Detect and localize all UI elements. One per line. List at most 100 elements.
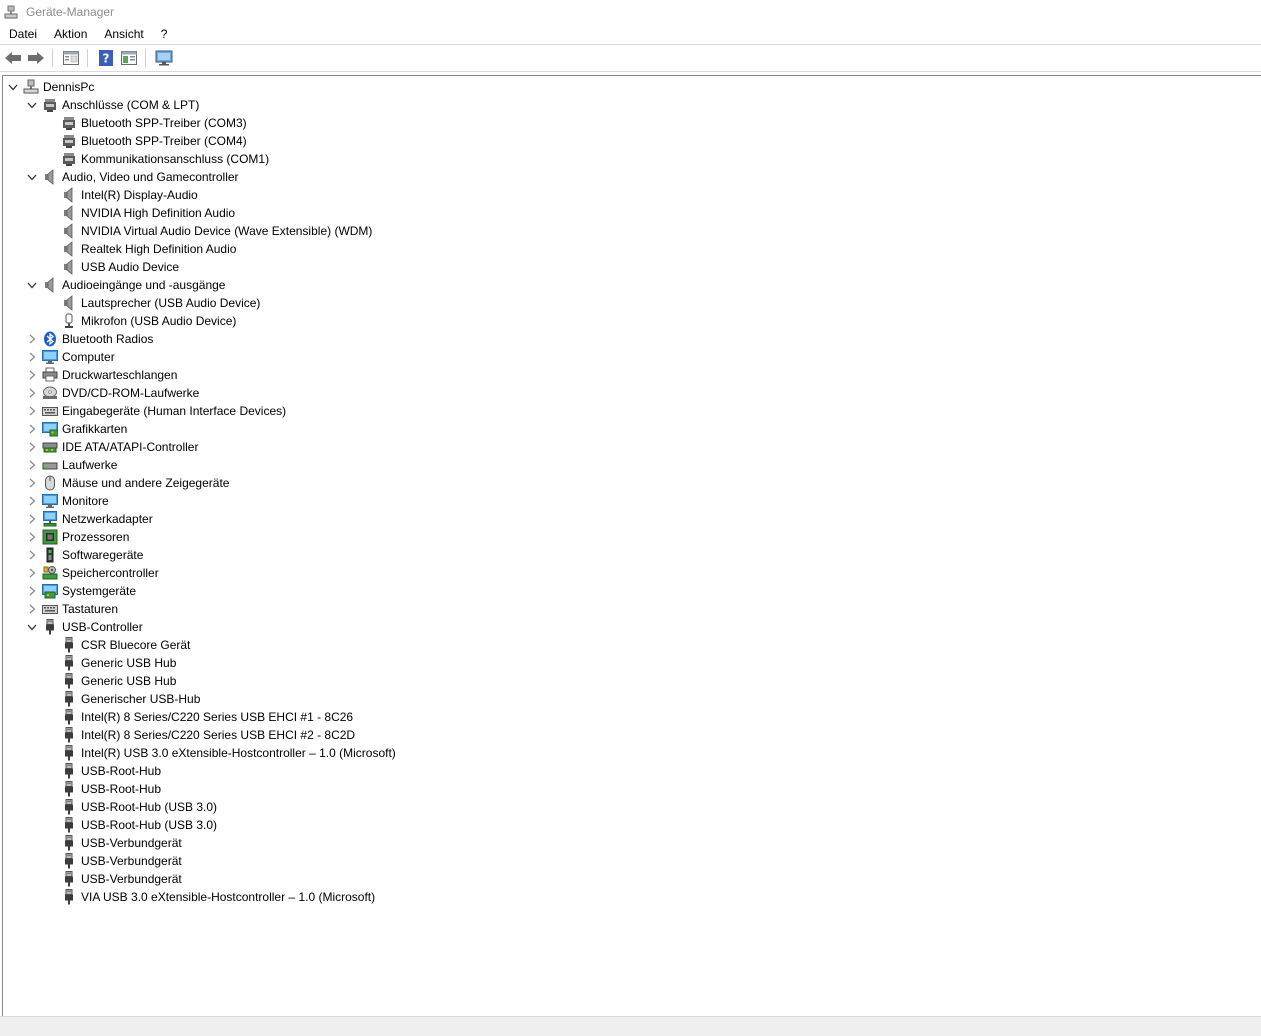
bluetooth-icon xyxy=(42,331,58,347)
tree-category[interactable]: Speichercontroller xyxy=(26,564,160,582)
collapse-toggle[interactable] xyxy=(26,618,38,636)
tree-device[interactable]: Bluetooth SPP-Treiber (COM3) xyxy=(45,114,248,132)
collapse-toggle[interactable] xyxy=(26,276,38,294)
tree-device[interactable]: USB Audio Device xyxy=(45,258,180,276)
expand-toggle[interactable] xyxy=(26,420,38,438)
tree-item-label: NVIDIA Virtual Audio Device (Wave Extens… xyxy=(81,224,373,238)
expand-toggle[interactable] xyxy=(26,456,38,474)
tree-device[interactable]: Bluetooth SPP-Treiber (COM4) xyxy=(45,132,248,150)
tree-category[interactable]: Druckwarteschlangen xyxy=(26,366,178,384)
forward-button[interactable] xyxy=(26,48,46,68)
expand-toggle[interactable] xyxy=(26,546,38,564)
tree-category[interactable]: Systemgeräte xyxy=(26,582,137,600)
usb-icon xyxy=(61,889,77,905)
tree-category[interactable]: Anschlüsse (COM & LPT) xyxy=(26,96,200,114)
tree-item-label: VIA USB 3.0 eXtensible-Hostcontroller – … xyxy=(81,890,376,904)
expand-toggle[interactable] xyxy=(26,510,38,528)
help-button[interactable]: ? xyxy=(96,48,116,68)
tree-device[interactable]: USB-Verbundgerät xyxy=(45,870,183,888)
disk-drive-icon xyxy=(42,457,58,473)
tree-category[interactable]: Audioeingänge und -ausgänge xyxy=(26,276,226,294)
expand-toggle[interactable] xyxy=(26,492,38,510)
tree-device[interactable]: USB-Root-Hub xyxy=(45,762,162,780)
expand-toggle[interactable] xyxy=(26,384,38,402)
tree-device[interactable]: CSR Bluecore Gerät xyxy=(45,636,191,654)
tree-device[interactable]: Intel(R) Display-Audio xyxy=(45,186,199,204)
back-button[interactable] xyxy=(3,48,23,68)
usb-icon xyxy=(61,673,77,689)
window-title: Geräte-Manager xyxy=(26,5,115,19)
tree-category[interactable]: Tastaturen xyxy=(26,600,119,618)
collapse-toggle[interactable] xyxy=(26,96,38,114)
tree-category[interactable]: Mäuse und andere Zeigegeräte xyxy=(26,474,230,492)
menu-ansicht[interactable]: Ansicht xyxy=(97,24,150,44)
tree-category[interactable]: Prozessoren xyxy=(26,528,130,546)
tree-category[interactable]: Laufwerke xyxy=(26,456,118,474)
tree-device[interactable]: NVIDIA Virtual Audio Device (Wave Extens… xyxy=(45,222,373,240)
software-device-icon xyxy=(42,547,58,563)
tree-device[interactable]: Generic USB Hub xyxy=(45,672,177,690)
tree-device[interactable]: USB-Root-Hub xyxy=(45,780,162,798)
menu-aktion[interactable]: Aktion xyxy=(47,24,94,44)
tree-device[interactable]: Realtek High Definition Audio xyxy=(45,240,237,258)
tree-device[interactable]: USB-Root-Hub (USB 3.0) xyxy=(45,816,218,834)
tree-category[interactable]: Netzwerkadapter xyxy=(26,510,154,528)
expand-toggle[interactable] xyxy=(26,528,38,546)
expand-toggle[interactable] xyxy=(26,564,38,582)
tree-category[interactable]: USB-Controller xyxy=(26,618,144,636)
tree-device[interactable]: USB-Verbundgerät xyxy=(45,834,183,852)
tree-device[interactable]: USB-Verbundgerät xyxy=(45,852,183,870)
tree-device[interactable]: VIA USB 3.0 eXtensible-Hostcontroller – … xyxy=(45,888,376,906)
expand-toggle[interactable] xyxy=(26,582,38,600)
expand-toggle[interactable] xyxy=(26,330,38,348)
collapse-toggle[interactable] xyxy=(7,78,19,96)
menu-datei[interactable]: Datei xyxy=(2,24,44,44)
tree-device[interactable]: Intel(R) 8 Series/C220 Series USB EHCI #… xyxy=(45,708,354,726)
show-hidden-button[interactable] xyxy=(119,48,139,68)
tree-item-label: Speichercontroller xyxy=(62,566,159,580)
tree-category[interactable]: Audio, Video und Gamecontroller xyxy=(26,168,240,186)
tree-category[interactable]: Monitore xyxy=(26,492,110,510)
network-icon xyxy=(42,511,58,527)
tree-category[interactable]: Softwaregeräte xyxy=(26,546,144,564)
menu-help[interactable]: ? xyxy=(154,24,175,44)
tree-device[interactable]: Mikrofon (USB Audio Device) xyxy=(45,312,237,330)
properties-button[interactable] xyxy=(61,48,81,68)
chevron-right-icon xyxy=(29,496,35,506)
microphone-icon xyxy=(61,313,77,329)
device-tree[interactable]: DennisPc Anschlüsse (COM & LPT) Bluetooth … xyxy=(2,75,1261,1016)
tree-device[interactable]: Generic USB Hub xyxy=(45,654,177,672)
expand-toggle[interactable] xyxy=(26,402,38,420)
tree-category[interactable]: Eingabegeräte (Human Interface Devices) xyxy=(26,402,287,420)
tree-category[interactable]: Computer xyxy=(26,348,116,366)
tree-category[interactable]: DVD/CD-ROM-Laufwerke xyxy=(26,384,200,402)
tree-device[interactable]: Lautsprecher (USB Audio Device) xyxy=(45,294,261,312)
tree-device[interactable]: Kommunikationsanschluss (COM1) xyxy=(45,150,270,168)
tree-category[interactable]: Bluetooth Radios xyxy=(26,330,154,348)
expand-toggle[interactable] xyxy=(26,348,38,366)
expand-toggle[interactable] xyxy=(26,474,38,492)
tree-device[interactable]: Generischer USB-Hub xyxy=(45,690,201,708)
tree-device[interactable]: Intel(R) USB 3.0 eXtensible-Hostcontroll… xyxy=(45,744,397,762)
expand-toggle[interactable] xyxy=(26,600,38,618)
monitor-icon xyxy=(42,493,58,509)
tree-item-label: IDE ATA/ATAPI-Controller xyxy=(62,440,199,454)
tree-category[interactable]: IDE ATA/ATAPI-Controller xyxy=(26,438,199,456)
tree-category[interactable]: Grafikkarten xyxy=(26,420,128,438)
tree-root[interactable]: DennisPc xyxy=(7,78,95,96)
expand-toggle[interactable] xyxy=(26,438,38,456)
tree-device[interactable]: NVIDIA High Definition Audio xyxy=(45,204,236,222)
scan-hardware-button[interactable] xyxy=(154,48,174,68)
collapse-toggle[interactable] xyxy=(26,168,38,186)
tree-device[interactable]: Intel(R) 8 Series/C220 Series USB EHCI #… xyxy=(45,726,356,744)
speaker-icon xyxy=(61,187,77,203)
tree-device[interactable]: USB-Root-Hub (USB 3.0) xyxy=(45,798,218,816)
tree-item-label: Softwaregeräte xyxy=(62,548,144,562)
tree-item-label: Tastaturen xyxy=(62,602,119,616)
expand-toggle[interactable] xyxy=(26,366,38,384)
monitor-scan-icon xyxy=(155,50,173,66)
